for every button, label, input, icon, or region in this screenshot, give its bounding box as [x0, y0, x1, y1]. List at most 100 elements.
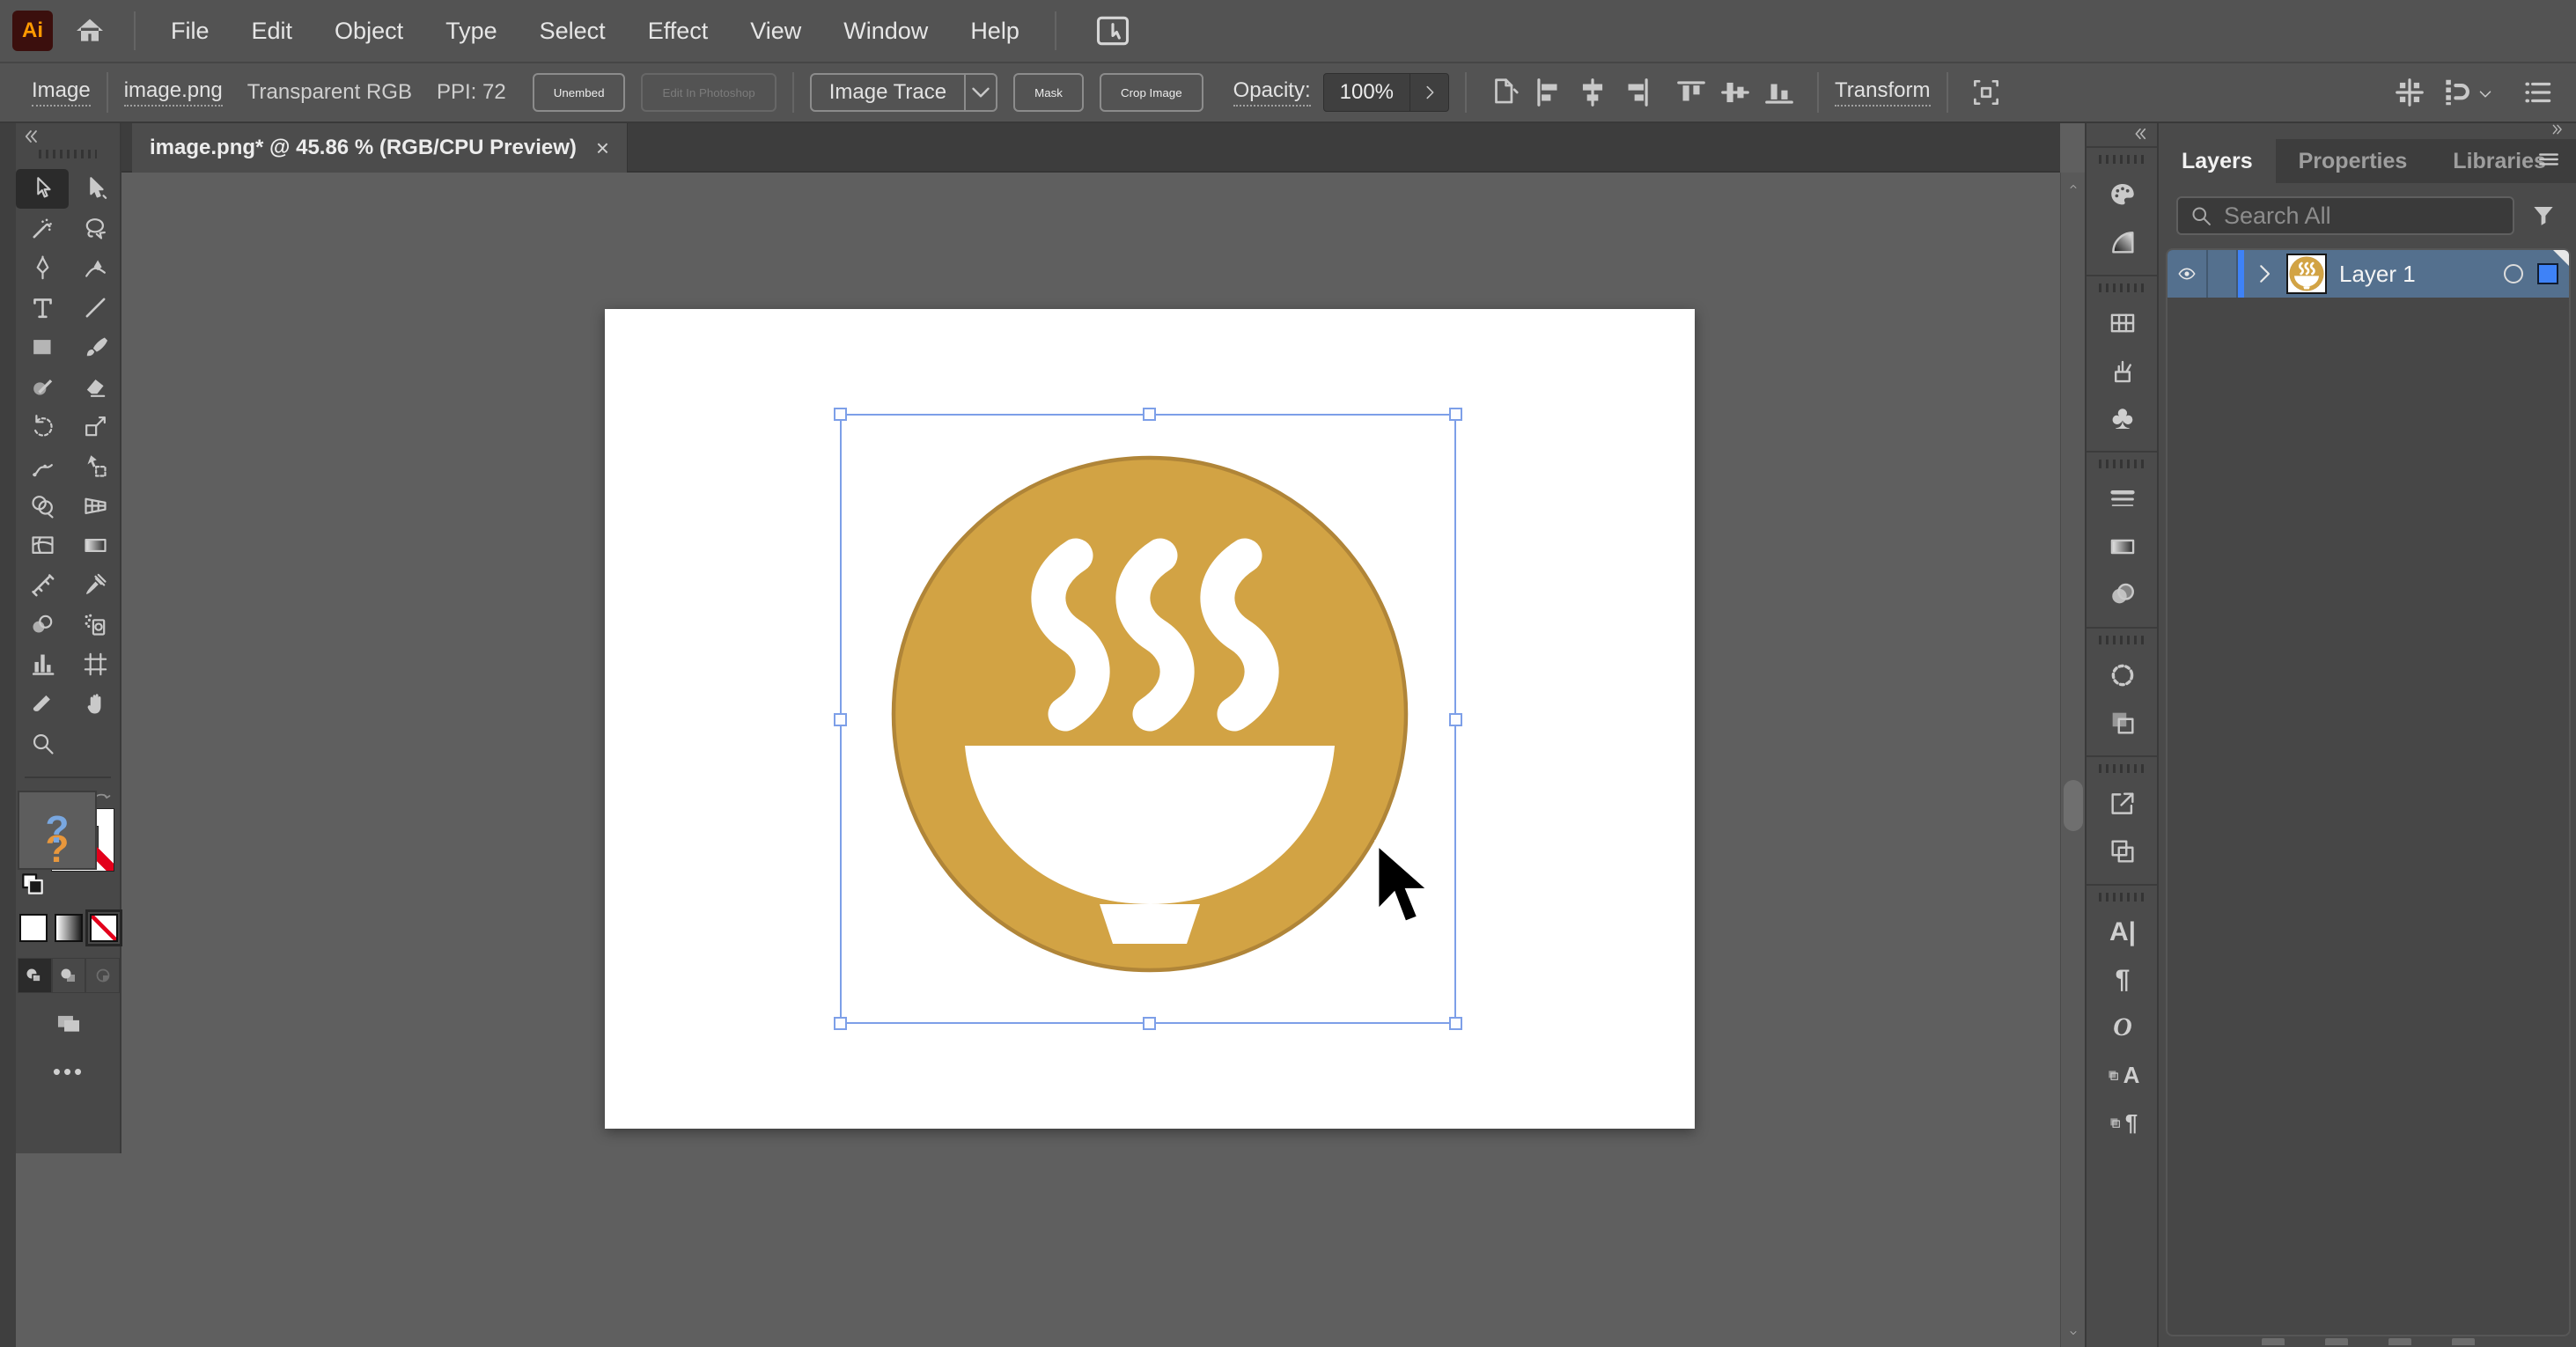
mesh-tool[interactable]	[16, 526, 69, 565]
visibility-cell[interactable]	[2168, 250, 2208, 298]
menu-file[interactable]: File	[150, 18, 231, 45]
menu-edit[interactable]: Edit	[231, 18, 314, 45]
selection-proxy-square[interactable]	[2537, 263, 2558, 284]
pen-tool[interactable]	[16, 248, 69, 288]
align-middle-icon[interactable]	[1719, 76, 1752, 109]
paragraph-styles-panel-button[interactable]: ¶	[2087, 1099, 2159, 1146]
type-tool[interactable]	[16, 288, 69, 328]
panel-group-drag-handle[interactable]	[2099, 636, 2145, 644]
touch-workspace-icon[interactable]	[1093, 11, 1132, 50]
curvature-tool[interactable]	[69, 248, 121, 288]
chevron-down-icon[interactable]	[2476, 85, 2495, 104]
artboard-tool[interactable]	[69, 644, 121, 684]
hand-tool[interactable]	[69, 684, 121, 724]
lasso-tool[interactable]	[69, 209, 121, 248]
eyedropper-tool[interactable]	[69, 565, 121, 605]
gradient-button[interactable]	[55, 914, 83, 942]
default-fill-stroke-icon[interactable]	[18, 870, 48, 898]
change-screen-mode-icon[interactable]	[51, 1007, 86, 1037]
character-styles-panel-button[interactable]: A	[2087, 1051, 2159, 1099]
gradient-tool[interactable]	[69, 526, 121, 565]
align-top-icon[interactable]	[1674, 76, 1708, 109]
blend-tool[interactable]	[16, 605, 69, 644]
gradient-panel-button[interactable]	[2087, 523, 2159, 570]
mask-button[interactable]: Mask	[1013, 73, 1084, 112]
handle-bottom-right[interactable]	[1449, 1017, 1462, 1030]
draw-behind-button[interactable]	[52, 958, 86, 993]
panel-group-drag-handle[interactable]	[2099, 893, 2145, 902]
character-panel-button[interactable]: A|	[2087, 909, 2159, 956]
menu-object[interactable]: Object	[313, 18, 424, 45]
snap-to-grid-icon[interactable]	[2393, 76, 2426, 109]
app-logo[interactable]: Ai	[12, 11, 53, 51]
scroll-down-icon[interactable]	[2066, 1328, 2080, 1338]
panel-group-drag-handle[interactable]	[2099, 283, 2145, 292]
opacity-value[interactable]: 100%	[1324, 80, 1409, 105]
rectangle-tool[interactable]	[16, 328, 69, 367]
opacity-field[interactable]: 100%	[1323, 73, 1449, 112]
filter-icon[interactable]	[2528, 202, 2558, 230]
handle-top-right[interactable]	[1449, 408, 1462, 421]
rotate-tool[interactable]	[16, 407, 69, 446]
artboards-panel-button[interactable]	[2087, 828, 2159, 875]
perspective-grid-tool[interactable]	[69, 486, 121, 526]
layer-name[interactable]: Layer 1	[2339, 261, 2504, 288]
align-to-selection-icon[interactable]	[1488, 76, 1521, 109]
puppet-warp-tool[interactable]	[16, 446, 69, 486]
context-label[interactable]: Image	[32, 78, 91, 107]
chevron-down-icon[interactable]	[964, 75, 996, 110]
layers-panel-bottom-buttons[interactable]	[2166, 1338, 2571, 1347]
panel-group-drag-handle[interactable]	[2099, 155, 2145, 164]
tab-close-icon[interactable]: ×	[596, 135, 609, 162]
expand-panels-icon[interactable]	[2131, 127, 2150, 141]
none-button[interactable]	[90, 914, 118, 942]
stroke-panel-button[interactable]	[2087, 475, 2159, 523]
slice-tool[interactable]	[16, 684, 69, 724]
appearance-panel-button[interactable]	[2087, 651, 2159, 699]
crop-image-button[interactable]: Crop Image	[1100, 73, 1203, 112]
symbols-panel-button[interactable]: ♣	[2087, 394, 2159, 442]
align-left-icon[interactable]	[1532, 76, 1565, 109]
expand-layer-icon[interactable]	[2249, 261, 2279, 287]
canvas[interactable]	[121, 173, 2060, 1347]
control-panel-menu-icon[interactable]	[2521, 76, 2555, 109]
shape-builder-tool[interactable]	[16, 486, 69, 526]
asset-export-panel-button[interactable]	[2087, 780, 2159, 828]
selection-tool[interactable]	[16, 169, 69, 209]
align-bottom-icon[interactable]	[1763, 76, 1796, 109]
vertical-scrollbar[interactable]	[2060, 173, 2085, 1347]
zoom-tool[interactable]	[16, 724, 69, 763]
measure-tool[interactable]	[16, 565, 69, 605]
brushes-panel-button[interactable]	[2087, 347, 2159, 394]
free-transform-tool[interactable]	[69, 446, 121, 486]
fill-swatch-unknown[interactable]: ?	[18, 791, 97, 870]
handle-middle-left[interactable]	[834, 713, 847, 726]
edit-toolbar-button[interactable]: •••	[16, 1058, 121, 1086]
menu-effect[interactable]: Effect	[627, 18, 730, 45]
handle-bottom-left[interactable]	[834, 1017, 847, 1030]
handle-bottom-center[interactable]	[1143, 1017, 1156, 1030]
eraser-tool[interactable]	[69, 367, 121, 407]
paintbrush-tool[interactable]	[69, 328, 121, 367]
panel-menu-icon[interactable]	[2534, 148, 2564, 171]
symbol-sprayer-tool[interactable]	[69, 605, 121, 644]
unembed-button[interactable]: Unembed	[533, 73, 626, 112]
scrollbar-thumb[interactable]	[2064, 780, 2083, 831]
panel-group-drag-handle[interactable]	[2099, 460, 2145, 468]
opacity-label[interactable]: Opacity:	[1233, 78, 1311, 107]
search-input[interactable]: Search All	[2176, 196, 2514, 235]
paragraph-panel-button[interactable]: ¶	[2087, 956, 2159, 1004]
align-right-icon[interactable]	[1620, 76, 1653, 109]
menu-type[interactable]: Type	[424, 18, 519, 45]
opentype-panel-button[interactable]: O	[2087, 1004, 2159, 1051]
snap-options-icon[interactable]	[2440, 76, 2474, 109]
handle-top-left[interactable]	[834, 408, 847, 421]
filename-link[interactable]: image.png	[124, 78, 223, 107]
document-tab[interactable]: image.png* @ 45.86 % (RGB/CPU Preview) ×	[132, 123, 628, 173]
graphic-styles-panel-button[interactable]	[2087, 699, 2159, 747]
layers-list[interactable]: Layer 1	[2166, 248, 2571, 1336]
tab-layers[interactable]: Layers	[2159, 139, 2276, 183]
handle-top-center[interactable]	[1143, 408, 1156, 421]
collapse-dock-icon[interactable]	[2548, 123, 2567, 136]
layer-row[interactable]: Layer 1	[2168, 250, 2569, 298]
